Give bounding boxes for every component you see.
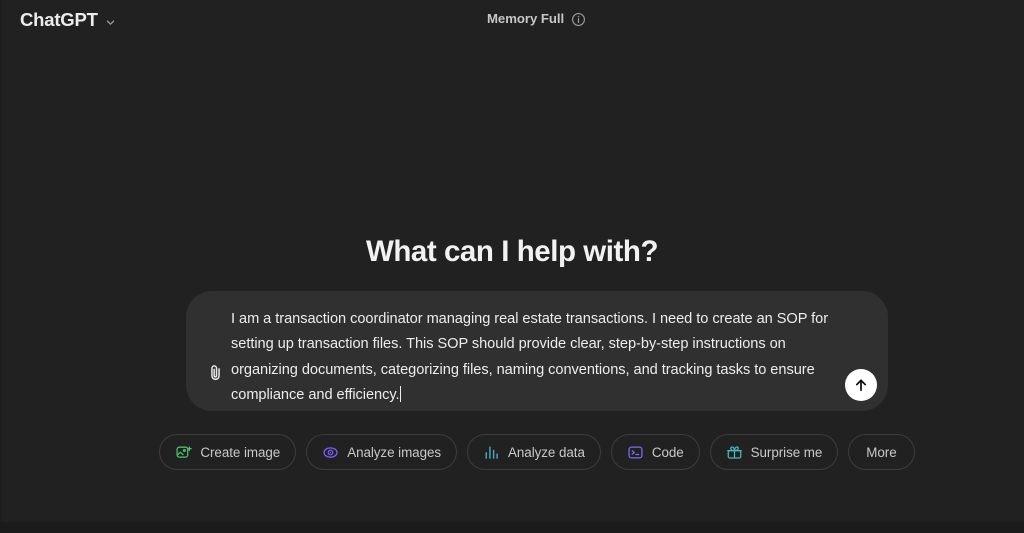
message-input[interactable]: I am a transaction coordinator managing … xyxy=(231,307,841,409)
text-caret xyxy=(400,386,402,403)
send-message-button[interactable] xyxy=(845,369,877,401)
chip-analyze-data[interactable]: Analyze data xyxy=(467,434,601,470)
top-header: ChatGPT Memory Full xyxy=(0,0,1024,40)
image-icon xyxy=(175,444,193,461)
chip-label: Create image xyxy=(200,444,281,460)
chip-surprise-me[interactable]: Surprise me xyxy=(709,434,839,470)
chip-create-image[interactable]: Create image xyxy=(159,434,297,470)
page-title: What can I help with? xyxy=(365,235,659,268)
suggestion-chips: Create image Analyze images Analyze data… xyxy=(159,434,915,470)
bar-chart-icon xyxy=(483,444,500,461)
chatgpt-app-window: ChatGPT Memory Full What can I help with… xyxy=(0,0,1024,533)
brand-label: ChatGPT xyxy=(20,9,98,30)
attach-file-button[interactable] xyxy=(198,355,232,389)
chip-label: More xyxy=(866,444,897,460)
message-input-value: I am a transaction coordinator managing … xyxy=(231,311,833,404)
eye-icon xyxy=(322,444,339,461)
chip-code[interactable]: Code xyxy=(610,434,700,470)
chip-analyze-images[interactable]: Analyze images xyxy=(306,434,458,470)
arrow-up-icon xyxy=(852,376,870,394)
memory-status-label: Memory Full xyxy=(487,11,565,26)
gift-icon xyxy=(726,444,743,461)
chip-label: Surprise me xyxy=(750,444,823,460)
chip-label: Code xyxy=(651,444,684,460)
paperclip-icon xyxy=(206,363,225,382)
memory-status-indicator[interactable]: Memory Full xyxy=(487,10,586,28)
chip-more[interactable]: More xyxy=(848,434,915,470)
chip-label: Analyze data xyxy=(508,444,585,460)
info-circle-icon[interactable] xyxy=(571,12,586,27)
chevron-down-icon xyxy=(105,15,116,26)
model-switcher-button[interactable]: ChatGPT xyxy=(16,7,122,34)
chip-label: Analyze images xyxy=(347,444,442,460)
bottom-edge-strip xyxy=(0,522,1024,533)
message-composer[interactable]: I am a transaction coordinator managing … xyxy=(186,291,888,411)
terminal-icon xyxy=(627,444,644,461)
